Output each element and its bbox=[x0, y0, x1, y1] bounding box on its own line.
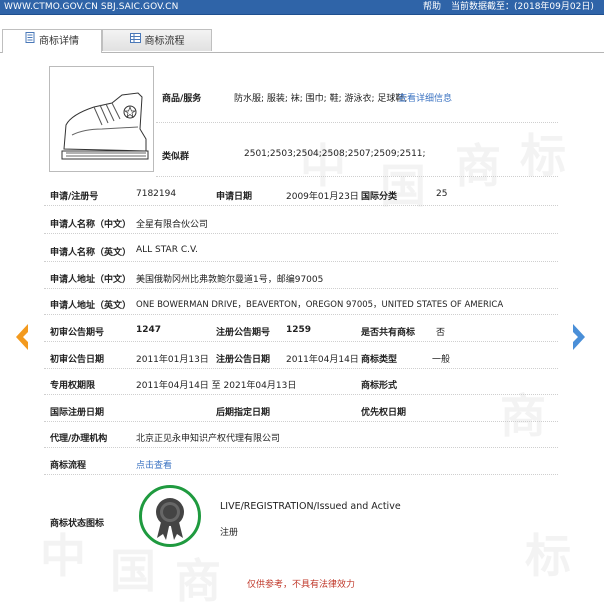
tab-label: 商标详情 bbox=[39, 36, 79, 47]
agent-value: 北京正见永申知识产权代理有限公司 bbox=[136, 434, 281, 444]
applicant-name-en-label: 申请人名称（英文） bbox=[50, 248, 132, 258]
exclusive-term-label: 专用权期限 bbox=[50, 381, 96, 391]
divider bbox=[44, 447, 558, 448]
prelim-pub-date-label: 初审公告日期 bbox=[50, 355, 105, 365]
tab-bar: 商标详情 商标流程 bbox=[0, 28, 604, 53]
priority-date-label: 优先权日期 bbox=[361, 408, 407, 418]
divider bbox=[44, 261, 558, 262]
applicant-address-cn-value: 美国俄勒冈州比弗敦鲍尔曼道1号，邮编97005 bbox=[136, 275, 324, 285]
divider bbox=[44, 368, 558, 369]
grid-icon bbox=[129, 30, 141, 52]
sneaker-drawing bbox=[61, 92, 149, 160]
later-designation-date-label: 后期指定日期 bbox=[216, 408, 271, 418]
divider bbox=[156, 176, 558, 177]
exclusive-term-value: 2011年04月14日 至 2021年04月13日 bbox=[136, 381, 297, 391]
status-seal bbox=[139, 485, 201, 547]
status-icon-label: 商标状态图标 bbox=[50, 519, 105, 529]
applicant-address-en-label: 申请人地址（英文） bbox=[50, 301, 132, 311]
reg-pub-no-value: 1259 bbox=[286, 325, 312, 335]
applicant-name-cn-label: 申请人名称（中文） bbox=[50, 220, 132, 230]
application-date-value: 2009年01月23日 bbox=[286, 192, 359, 202]
registration-number-value: 7182194 bbox=[136, 189, 177, 199]
tab-label: 商标流程 bbox=[144, 36, 185, 47]
trademark-image bbox=[49, 66, 154, 172]
applicant-name-en-value: ALL STAR C.V. bbox=[136, 245, 198, 255]
document-icon bbox=[25, 30, 35, 52]
chevron-right-icon[interactable] bbox=[569, 322, 589, 352]
trademark-detail-panel: 商品/服务 防水服; 服装; 袜; 围巾; 鞋; 游泳衣; 足球鞋; 查看详细信… bbox=[44, 60, 558, 595]
status-cn-text: 注册 bbox=[220, 528, 239, 538]
divider bbox=[44, 233, 558, 234]
data-update-date: 当前数据截至：(2018年09月02日) bbox=[451, 2, 594, 12]
divider bbox=[44, 474, 558, 475]
intl-class-value: 25 bbox=[436, 189, 448, 199]
tab-trademark-process[interactable]: 商标流程 bbox=[102, 29, 212, 51]
chevron-left-icon[interactable] bbox=[12, 322, 32, 352]
divider bbox=[156, 122, 558, 123]
prelim-pub-date-value: 2011年01月13日 bbox=[136, 355, 209, 365]
divider bbox=[44, 205, 558, 206]
prelim-pub-no-label: 初审公告期号 bbox=[50, 328, 105, 338]
view-process-link[interactable]: 点击查看 bbox=[136, 458, 172, 471]
divider bbox=[44, 288, 558, 289]
disclaimer-note: 仅供参考，不具有法律效力 bbox=[246, 580, 355, 590]
tab-trademark-details[interactable]: 商标详情 bbox=[2, 29, 102, 53]
prelim-pub-no-value: 1247 bbox=[136, 325, 162, 335]
top-header-bar: WWW.CTMO.GOV.CN SBJ.SAIC.GOV.CN 帮助 当前数据截… bbox=[0, 0, 604, 15]
application-date-label: 申请日期 bbox=[216, 192, 253, 202]
reg-pub-no-label: 注册公告期号 bbox=[216, 328, 271, 338]
goods-services-value: 防水服; 服装; 袜; 围巾; 鞋; 游泳衣; 足球鞋; bbox=[234, 94, 408, 104]
mark-type-value: 一般 bbox=[432, 355, 451, 365]
mark-form-label: 商标形式 bbox=[361, 381, 398, 391]
shared-mark-label: 是否共有商标 bbox=[361, 328, 416, 338]
reg-pub-date-value: 2011年04月14日 bbox=[286, 355, 359, 365]
applicant-address-en-value: ONE BOWERMAN DRIVE，BEAVERTON，OREGON 9700… bbox=[136, 300, 504, 310]
reg-pub-date-label: 注册公告日期 bbox=[216, 355, 271, 365]
status-en-text: LIVE/REGISTRATION/Issued and Active bbox=[220, 501, 401, 512]
award-seal-icon bbox=[156, 498, 184, 540]
divider bbox=[44, 314, 558, 315]
similar-group-label: 类似群 bbox=[162, 152, 190, 162]
registration-number-label: 申请/注册号 bbox=[50, 192, 99, 202]
goods-services-label: 商品/服务 bbox=[162, 94, 202, 104]
intl-class-label: 国际分类 bbox=[361, 192, 398, 202]
divider bbox=[44, 421, 558, 422]
divider bbox=[44, 394, 558, 395]
mark-type-label: 商标类型 bbox=[361, 355, 398, 365]
view-details-link[interactable]: 查看详细信息 bbox=[398, 91, 452, 104]
shared-mark-value: 否 bbox=[436, 328, 446, 338]
trademark-process-label: 商标流程 bbox=[50, 461, 87, 471]
intl-reg-date-label: 国际注册日期 bbox=[50, 408, 105, 418]
applicant-address-cn-label: 申请人地址（中文） bbox=[50, 275, 132, 285]
help-link[interactable]: 帮助 bbox=[423, 0, 441, 14]
site-domains: WWW.CTMO.GOV.CN SBJ.SAIC.GOV.CN bbox=[4, 2, 179, 12]
agent-label: 代理/办理机构 bbox=[50, 434, 108, 444]
divider bbox=[44, 341, 558, 342]
applicant-name-cn-value: 全星有限合伙公司 bbox=[136, 220, 209, 230]
similar-group-value: 2501;2503;2504;2508;2507;2509;2511; bbox=[244, 149, 426, 159]
